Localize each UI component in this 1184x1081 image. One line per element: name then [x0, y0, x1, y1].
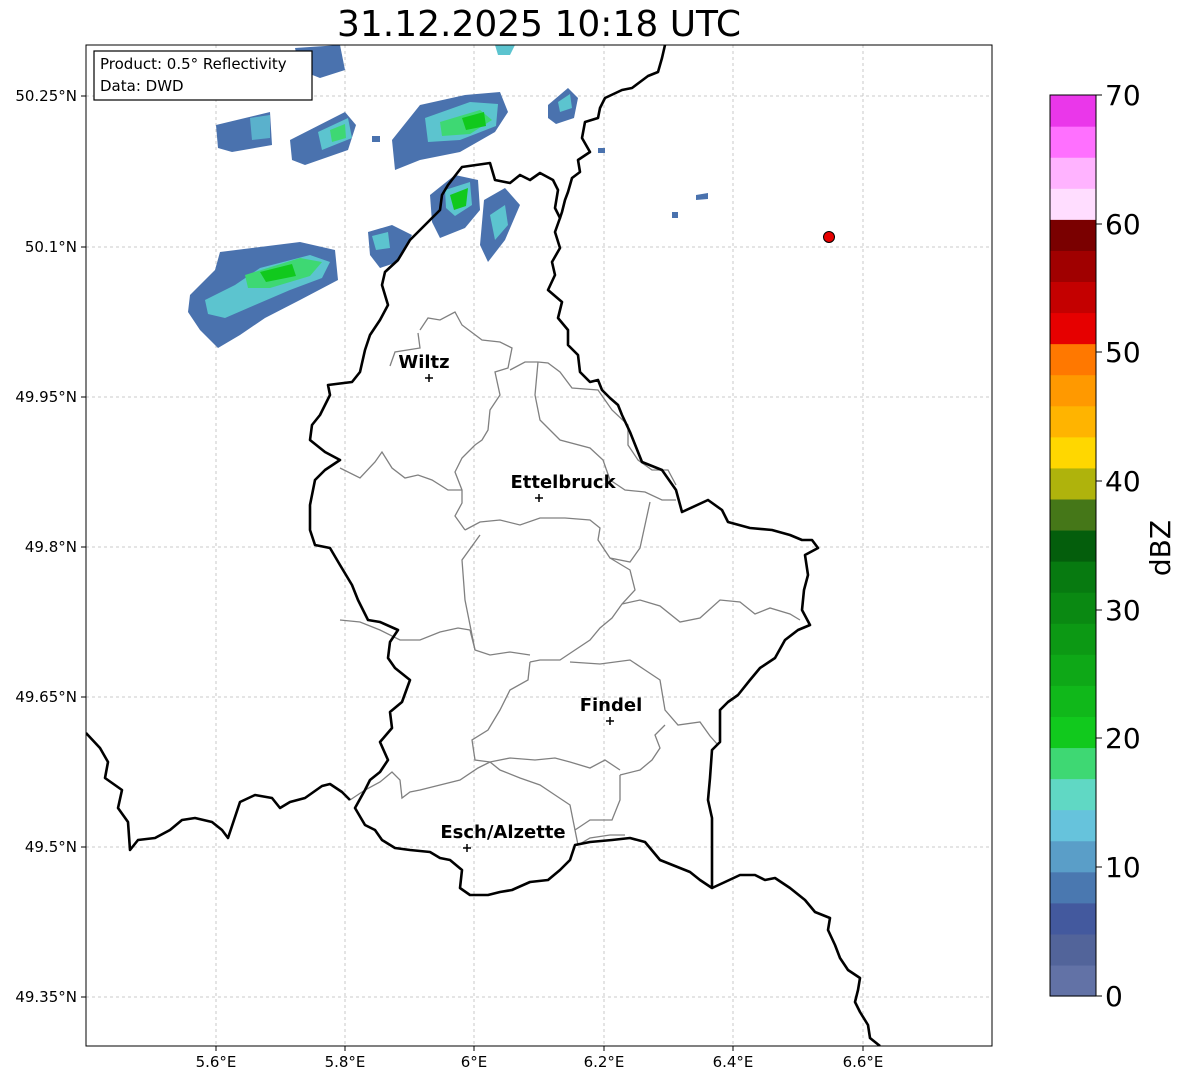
colorbar-segment: [1050, 281, 1096, 314]
location-marker: [823, 231, 835, 243]
lon-tick-label: 5.6°E: [196, 1053, 237, 1071]
lon-tick-label: 6.6°E: [843, 1053, 884, 1071]
lat-axis: 50.25°N 50.1°N 49.95°N 49.8°N 49.65°N 49…: [15, 87, 77, 1006]
lon-tick-label: 6°E: [461, 1053, 488, 1071]
colorbar-segment: [1050, 778, 1096, 811]
colorbar-segment: [1050, 685, 1096, 717]
colorbar-segment: [1050, 654, 1096, 686]
city-label: Wiltz: [398, 352, 449, 373]
colorbar-tick-label: 70: [1105, 79, 1141, 112]
lat-tick-label: 49.95°N: [15, 388, 77, 406]
colorbar-segment: [1050, 498, 1096, 531]
colorbar-label: dBZ: [1144, 520, 1177, 576]
lon-tick-label: 5.8°E: [325, 1053, 366, 1071]
lon-tick-label: 6.4°E: [713, 1053, 754, 1071]
lat-tick-label: 49.35°N: [15, 988, 77, 1006]
colorbar-segment: [1050, 250, 1096, 283]
colorbar-segment: [1050, 902, 1096, 935]
city-label: Findel: [580, 695, 643, 716]
lat-tick-label: 50.25°N: [15, 87, 77, 105]
lat-tick-label: 49.65°N: [15, 688, 77, 706]
lat-tick-label: 50.1°N: [25, 238, 77, 256]
colorbar-segment: [1050, 933, 1096, 966]
colorbar-tick-label: 40: [1105, 465, 1141, 498]
colorbar-segment: [1050, 623, 1096, 655]
colorbar-tick-label: 30: [1105, 594, 1141, 627]
colorbar-segment: [1050, 126, 1096, 158]
colorbar-segment: [1050, 529, 1096, 562]
data-source-text: Data: DWD: [100, 77, 184, 95]
colorbar-segment: [1050, 436, 1096, 469]
colorbar-segment: [1050, 405, 1096, 438]
lat-tick-label: 49.5°N: [25, 838, 77, 856]
colorbar-segment: [1050, 343, 1096, 376]
colorbar-ticks: 0 10 20 30 40 50 60 70: [1105, 79, 1141, 1013]
colorbar-segment: [1050, 840, 1096, 873]
colorbar-segment: [1050, 716, 1096, 749]
colorbar-segment: [1050, 95, 1096, 127]
info-box: Product: 0.5° Reflectivity Data: DWD: [93, 50, 313, 101]
colorbar-tick-marks: [1096, 94, 1102, 997]
colorbar-segment: [1050, 312, 1096, 345]
colorbar-segment: [1050, 747, 1096, 780]
radar-map: 50.25°N 50.1°N 49.95°N 49.8°N 49.65°N 49…: [15, 44, 1177, 1071]
colorbar-segment: [1050, 157, 1096, 189]
colorbar-segment: [1050, 219, 1096, 251]
colorbar-segment: [1050, 871, 1096, 904]
city-label: Ettelbruck: [510, 472, 616, 493]
colorbar-segment: [1050, 809, 1096, 842]
colorbar: [1050, 95, 1096, 997]
colorbar-segment: [1050, 188, 1096, 220]
colorbar-segment: [1050, 374, 1096, 407]
colorbar-tick-label: 60: [1105, 208, 1141, 241]
colorbar-tick-label: 50: [1105, 336, 1141, 369]
lat-tick-label: 49.8°N: [25, 538, 77, 556]
lon-axis: 5.6°E 5.8°E 6°E 6.2°E 6.4°E 6.6°E: [196, 1053, 884, 1071]
product-text: Product: 0.5° Reflectivity: [100, 55, 287, 73]
colorbar-segment: [1050, 964, 1096, 997]
lon-tick-label: 6.2°E: [584, 1053, 625, 1071]
colorbar-segment: [1050, 592, 1096, 624]
colorbar-tick-label: 10: [1105, 851, 1141, 884]
colorbar-segment: [1050, 467, 1096, 500]
city-label: Esch/Alzette: [440, 822, 565, 843]
colorbar-tick-label: 0: [1105, 980, 1123, 1013]
colorbar-tick-label: 20: [1105, 722, 1141, 755]
map-area: [86, 45, 992, 1046]
colorbar-segment: [1050, 561, 1096, 593]
